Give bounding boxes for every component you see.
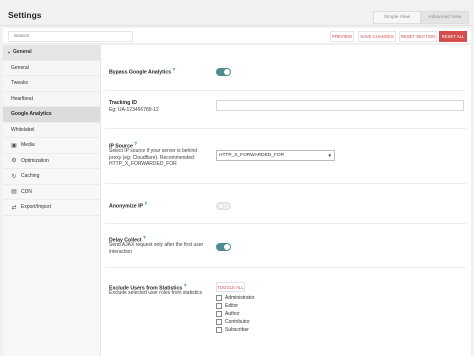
help-icon[interactable]: ? — [173, 67, 176, 72]
sidebar-item-optimization[interactable]: ⚙ Optimization — [3, 154, 100, 169]
sidebar-item-general[interactable]: General — [3, 60, 100, 76]
sidebar-item-label: Caching — [21, 173, 40, 180]
preview-button[interactable]: PREVIEW — [330, 31, 354, 42]
checkbox[interactable] — [216, 295, 222, 301]
media-icon: ▣ — [11, 142, 17, 149]
help-icon[interactable]: ? — [184, 283, 187, 288]
top-bar: Settings Simple View Advanced View — [0, 0, 474, 26]
search-input[interactable] — [8, 31, 133, 42]
sidebar-item-label: Google Analytics — [11, 111, 52, 118]
bypass-toggle[interactable] — [216, 68, 231, 76]
ip-source-desc: Select IP source if your server is behin… — [109, 148, 197, 168]
sidebar-item-caching[interactable]: ↻ Caching — [3, 169, 100, 185]
optimization-icon: ⚙ — [11, 158, 17, 165]
simple-view-button[interactable]: Simple View — [373, 11, 421, 24]
divider — [105, 90, 467, 91]
desc-line: interaction — [109, 248, 133, 255]
sidebar-item-label: Heartbeat — [11, 95, 33, 102]
sidebar-item-google-analytics[interactable]: Google Analytics — [3, 107, 100, 123]
role-checkbox-row[interactable]: Editor — [216, 303, 238, 309]
desc-line: Select IP source if your server is behin… — [109, 148, 198, 154]
ip-source-select[interactable]: HTTP_X_FORWARDED_FOR ▼ — [216, 150, 335, 161]
bypass-label-text: Bypass Google Analytics — [109, 69, 172, 76]
role-label: Subscriber — [225, 327, 249, 333]
caching-icon: ↻ — [11, 173, 17, 180]
chevron-down-icon: ▼ — [327, 153, 332, 158]
sidebar-item-label: Export/Import — [21, 204, 52, 211]
sidebar: ▼ General General Tweaks Heartbeat Googl… — [3, 45, 101, 356]
role-checkbox-row[interactable]: Author — [216, 311, 240, 317]
export-import-icon: ⇄ — [11, 204, 17, 211]
checkbox[interactable] — [216, 303, 222, 309]
divider — [105, 267, 467, 268]
checkbox[interactable] — [216, 311, 222, 317]
toggle-knob — [224, 244, 230, 250]
role-label: Author — [225, 311, 240, 317]
advanced-view-button[interactable]: Advanced View — [421, 11, 469, 24]
toggle-knob — [218, 203, 224, 209]
select-value: HTTP_X_FORWARDED_FOR — [219, 153, 285, 158]
settings-panel: Bypass Google Analytics ? Tracking ID Eg… — [101, 45, 471, 356]
desc-line: Send AJAX request only after the first u… — [109, 242, 204, 248]
page-title: Settings — [8, 10, 42, 20]
checkbox[interactable] — [216, 319, 222, 325]
anonymize-toggle[interactable] — [216, 202, 231, 210]
checkbox[interactable] — [216, 327, 222, 333]
divider — [105, 223, 467, 224]
sidebar-item-label: Optimization — [21, 157, 49, 164]
caret-down-icon: ▼ — [7, 49, 11, 55]
sidebar-item-tweaks[interactable]: Tweaks — [3, 76, 100, 92]
tracking-id-label: Tracking ID — [109, 100, 137, 106]
sidebar-item-export-import[interactable]: ⇄ Export/Import — [3, 200, 100, 216]
anonymize-label: Anonymize IP ? — [109, 201, 147, 210]
sidebar-item-label: Tweaks — [11, 80, 28, 87]
desc-line: HTTP_X_FORWARDED_FOR — [109, 161, 177, 167]
role-label: Contributor — [225, 319, 250, 325]
sidebar-item-label: Media — [21, 142, 35, 149]
save-changes-button[interactable]: SAVE CHANGES — [358, 31, 396, 42]
role-label: Administrator — [225, 295, 255, 301]
sidebar-group-general[interactable]: ▼ General — [3, 45, 100, 61]
reset-section-button[interactable]: RESET SECTION — [399, 31, 437, 42]
sidebar-item-label: General — [11, 64, 29, 71]
help-icon[interactable]: ? — [144, 201, 147, 206]
toggle-all-button[interactable]: TOGGLE ALL — [216, 282, 245, 292]
divider — [105, 183, 467, 184]
help-icon[interactable]: ? — [134, 141, 137, 146]
cdn-icon: ▤ — [11, 189, 17, 196]
sidebar-item-label: CDN — [21, 188, 32, 195]
role-label: Editor — [225, 303, 239, 309]
divider — [105, 128, 467, 129]
view-toggle: Simple View Advanced View — [373, 11, 469, 24]
role-checkbox-row[interactable]: Subscriber — [216, 327, 249, 333]
sidebar-item-heartbeat[interactable]: Heartbeat — [3, 91, 100, 107]
sidebar-item-label: General — [12, 49, 32, 56]
toggle-knob — [224, 69, 230, 75]
action-bar: PREVIEW SAVE CHANGES RESET SECTION RESET… — [3, 28, 471, 44]
sidebar-item-cdn[interactable]: ▤ CDN — [3, 185, 100, 200]
tracking-id-input[interactable] — [216, 100, 464, 111]
sidebar-item-label: Whitelabel — [11, 126, 35, 133]
anonymize-label-text: Anonymize IP — [109, 203, 143, 210]
exclude-desc: Exclude selected user roles from statist… — [109, 290, 203, 296]
role-checkbox-row[interactable]: Contributor — [216, 319, 250, 325]
tracking-id-desc: Eg: UA-123456789-12 — [109, 107, 159, 113]
delay-desc: Send AJAX request only after the first u… — [109, 242, 203, 255]
reset-all-button[interactable]: RESET ALL — [439, 31, 467, 42]
sidebar-item-media[interactable]: ▣ Media — [3, 138, 100, 154]
delay-toggle[interactable] — [216, 243, 231, 251]
sidebar-item-whitelabel[interactable]: Whitelabel — [3, 122, 100, 138]
help-icon[interactable]: ? — [143, 235, 146, 240]
role-checkbox-row[interactable]: Administrator — [216, 295, 254, 301]
bypass-label: Bypass Google Analytics ? — [109, 67, 175, 76]
